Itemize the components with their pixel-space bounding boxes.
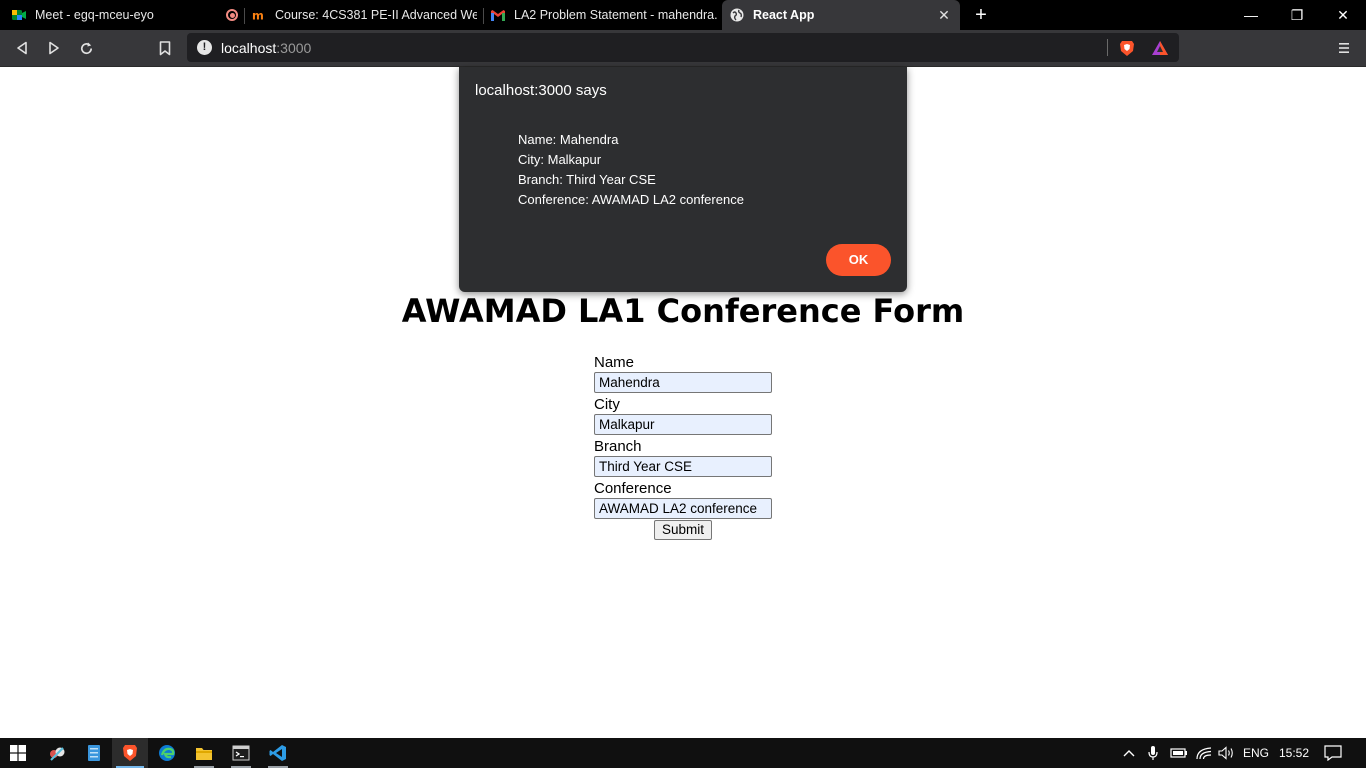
tab-meet[interactable]: Meet - egq-mceu-eyo xyxy=(12,0,232,30)
battery-icon xyxy=(1170,748,1187,758)
name-label: Name xyxy=(594,354,635,371)
dialog-line-branch: Branch: Third Year CSE xyxy=(518,172,656,187)
conference-input[interactable]: AWAMAD LA2 conference xyxy=(594,498,772,519)
tab-react-app[interactable]: React App ✕ xyxy=(722,0,960,30)
dialog-line-name: Name: Mahendra xyxy=(518,132,619,147)
browser-toolbar: ! localhost:3000 xyxy=(0,30,1366,67)
taskbar-app-brave[interactable] xyxy=(112,738,148,768)
windows-taskbar: ENG 15:52 xyxy=(0,738,1366,768)
bookmark-button[interactable] xyxy=(153,37,177,59)
forward-button[interactable] xyxy=(42,37,66,59)
chevron-up-icon xyxy=(1123,750,1135,757)
address-bar-divider xyxy=(1107,39,1108,56)
tab-gmail[interactable]: LA2 Problem Statement - mahendra.g xyxy=(491,0,717,30)
vscode-icon xyxy=(269,745,286,761)
taskbar-app-snip[interactable] xyxy=(39,738,75,768)
svg-text:m: m xyxy=(252,8,264,22)
language-indicator[interactable]: ENG xyxy=(1242,738,1270,768)
globe-icon xyxy=(730,8,744,22)
file-explorer-icon xyxy=(196,748,212,760)
brave-browser-icon xyxy=(123,745,137,761)
tab-separator xyxy=(483,8,484,24)
tab-title: Meet - egq-mceu-eyo xyxy=(35,8,154,22)
moodle-icon: m xyxy=(252,8,266,22)
reload-icon xyxy=(80,41,92,54)
action-center-button[interactable] xyxy=(1322,738,1344,768)
reload-button[interactable] xyxy=(74,37,98,59)
tab-course[interactable]: m Course: 4CS381 PE-II Advanced Web a xyxy=(252,0,477,30)
microphone-button[interactable] xyxy=(1145,738,1161,768)
taskbar-app-edge[interactable] xyxy=(149,738,185,768)
dialog-line-conference: Conference: AWAMAD LA2 conference xyxy=(518,192,744,207)
branch-label: Branch xyxy=(594,438,642,455)
address-bar[interactable]: ! localhost:3000 xyxy=(187,33,1179,62)
city-input[interactable]: Malkapur xyxy=(594,414,772,435)
back-icon xyxy=(17,41,27,55)
volume-button[interactable] xyxy=(1217,738,1237,768)
alert-dialog: localhost:3000 says Name: Mahendra City:… xyxy=(459,67,907,292)
clock[interactable]: 15:52 xyxy=(1278,738,1310,768)
taskbar-app-notepad[interactable] xyxy=(76,738,112,768)
hamburger-icon xyxy=(1339,43,1349,53)
city-label: City xyxy=(594,396,620,413)
url-host: localhost xyxy=(221,40,277,56)
speaker-icon xyxy=(1218,746,1233,760)
brave-rewards-icon[interactable] xyxy=(1151,39,1169,57)
edge-icon xyxy=(159,745,175,761)
taskbar-app-explorer[interactable] xyxy=(186,738,222,768)
url-port: :3000 xyxy=(276,40,312,56)
window-close-button[interactable]: ✕ xyxy=(1320,0,1366,30)
bookmark-icon xyxy=(159,40,171,55)
dialog-message: Name: Mahendra City: Malkapur Branch: Th… xyxy=(518,130,744,210)
conference-form: Name Mahendra City Malkapur Branch Third… xyxy=(594,354,774,540)
url-text[interactable]: localhost:3000 xyxy=(221,40,311,56)
notepad-icon xyxy=(88,745,100,761)
dialog-title: localhost:3000 says xyxy=(475,82,607,99)
back-button[interactable] xyxy=(10,37,34,59)
notification-icon xyxy=(1324,745,1342,762)
gmail-icon xyxy=(491,8,505,22)
restore-button[interactable]: ❐ xyxy=(1274,0,1320,30)
minimize-button[interactable]: — xyxy=(1228,0,1274,30)
taskbar-app-vscode[interactable] xyxy=(260,738,296,768)
brave-shields-icon[interactable] xyxy=(1118,39,1136,57)
dialog-line-city: City: Malkapur xyxy=(518,152,602,167)
ok-button[interactable]: OK xyxy=(826,244,891,276)
wifi-button[interactable] xyxy=(1195,738,1213,768)
show-hidden-icons-button[interactable] xyxy=(1121,738,1137,768)
tab-strip: Meet - egq-mceu-eyo m Course: 4CS381 PE-… xyxy=(0,0,1366,30)
tab-title: LA2 Problem Statement - mahendra.g xyxy=(514,8,717,22)
snipping-tool-icon xyxy=(50,747,65,761)
menu-button[interactable] xyxy=(1334,38,1354,58)
tab-title: React App xyxy=(753,8,815,22)
battery-button[interactable] xyxy=(1169,738,1189,768)
conference-label: Conference xyxy=(594,480,672,497)
submit-button[interactable]: Submit xyxy=(654,520,712,540)
start-button[interactable] xyxy=(0,738,36,768)
google-meet-icon xyxy=(12,8,26,22)
forward-icon xyxy=(49,41,59,55)
tab-separator xyxy=(244,8,245,24)
close-tab-icon[interactable]: ✕ xyxy=(936,7,952,23)
tab-title: Course: 4CS381 PE-II Advanced Web a xyxy=(275,8,477,22)
taskbar-app-terminal[interactable] xyxy=(223,738,259,768)
recording-icon xyxy=(226,9,238,21)
branch-input[interactable]: Third Year CSE xyxy=(594,456,772,477)
command-prompt-icon xyxy=(232,745,250,761)
page-title: AWAMAD LA1 Conference Form xyxy=(401,292,965,330)
info-icon[interactable]: ! xyxy=(197,40,212,55)
microphone-icon xyxy=(1148,746,1158,760)
wifi-icon xyxy=(1196,747,1212,760)
new-tab-button[interactable]: + xyxy=(970,4,992,26)
windows-logo-icon xyxy=(10,745,26,761)
name-input[interactable]: Mahendra xyxy=(594,372,772,393)
